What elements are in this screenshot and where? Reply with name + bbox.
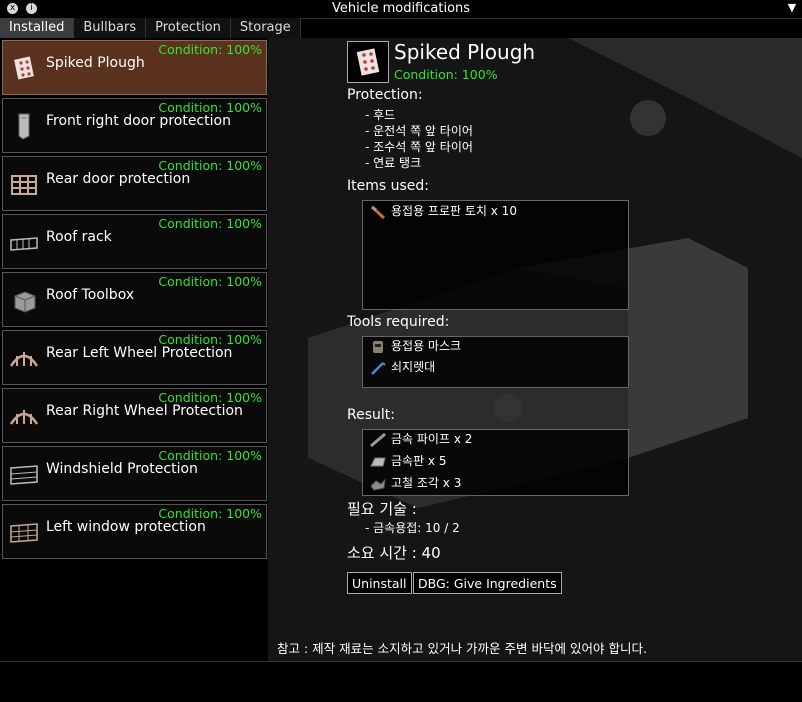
detail-panel: Spiked Plough Condition: 100% Protection…: [268, 38, 802, 661]
mod-item-label: Rear door protection: [46, 171, 191, 187]
metal-sheet-icon: [370, 457, 386, 466]
selected-mod-icon: [347, 41, 389, 83]
metal-pipe-icon: [370, 432, 386, 447]
title-bar: x i Vehicle modifications ▼: [0, 0, 802, 19]
mod-item-label: Roof rack: [46, 229, 112, 245]
list-item: 금속판 x 5: [369, 452, 447, 470]
condition-label: Condition: 100%: [158, 274, 262, 289]
protection-item: - 후드: [365, 108, 396, 122]
items-used-heading: Items used:: [347, 178, 429, 194]
tool-label: 쇠지렛대: [391, 360, 436, 374]
tool-label: 용접용 마스크: [391, 339, 462, 353]
crafting-note: 참고 : 제작 재료는 소지하고 있거나 가까운 주변 바닥에 있어야 합니다.: [277, 641, 647, 656]
mod-item-label: Rear Right Wheel Protection: [46, 403, 243, 419]
mod-item-rear-door[interactable]: Condition: 100% Rear door protection: [2, 156, 267, 211]
result-heading: Result:: [347, 407, 395, 423]
mod-item-label: Front right door protection: [46, 113, 231, 129]
mod-item-windshield[interactable]: Condition: 100% Windshield Protection: [2, 446, 267, 501]
detail-title: Spiked Plough: [394, 40, 536, 64]
door-protection-icon: [18, 113, 30, 140]
spiked-plough-icon: [14, 56, 34, 80]
result-list: 금속 파이프 x 2 금속판 x 5 고철 조각 x 3: [362, 429, 629, 496]
condition-label: Condition: 100%: [158, 42, 262, 57]
protection-item: - 연료 탱크: [365, 156, 422, 170]
window-protection-icon: [10, 523, 38, 543]
mod-item-rear-left-wheel[interactable]: Condition: 100% Rear Left Wheel Protecti…: [2, 330, 267, 385]
dbg-give-ingredients-button[interactable]: DBG: Give Ingredients: [413, 572, 562, 594]
mod-item-rear-right-wheel[interactable]: Condition: 100% Rear Right Wheel Protect…: [2, 388, 267, 443]
skills-heading: 필요 기술 :: [347, 500, 417, 518]
time-label: 소요 시간 : 40: [347, 544, 441, 562]
rear-door-icon: [11, 175, 37, 195]
protection-item: - 운전석 쪽 앞 타이어: [365, 124, 473, 138]
mod-item-front-right-door[interactable]: Condition: 100% Front right door protect…: [2, 98, 267, 153]
bottom-bar: [0, 661, 802, 702]
skill-item: - 금속용접: 10 / 2: [365, 521, 460, 535]
tab-bullbars[interactable]: Bullbars: [74, 18, 147, 38]
list-item: 용접용 프로판 토치 x 10: [369, 202, 517, 220]
crowbar-icon: [371, 361, 386, 375]
wheel-protection-icon: [9, 352, 39, 367]
mod-item-roof-rack[interactable]: Condition: 100% Roof rack: [2, 214, 267, 269]
roof-rack-icon: [10, 237, 38, 251]
tools-required-heading: Tools required:: [347, 314, 450, 330]
mod-item-label: Left window protection: [46, 519, 206, 535]
mod-item-label: Roof Toolbox: [46, 287, 135, 303]
welding-mask-icon: [373, 340, 383, 353]
toolbox-icon: [14, 291, 36, 313]
tab-installed[interactable]: Installed: [0, 18, 75, 38]
window-title: Vehicle modifications: [331, 1, 471, 16]
mod-item-spiked-plough[interactable]: Condition: 100% Spiked Plough: [2, 40, 267, 95]
collapse-icon[interactable]: ▼: [786, 2, 798, 14]
uninstall-button[interactable]: Uninstall: [347, 572, 412, 594]
mod-item-label: Windshield Protection: [46, 461, 198, 477]
close-icon[interactable]: x: [7, 3, 18, 14]
list-item: 용접용 마스크: [369, 337, 461, 355]
condition-label: Condition: 100%: [158, 216, 262, 231]
list-item: 고철 조각 x 3: [369, 474, 461, 492]
propane-torch-icon: [370, 205, 386, 219]
item-label: 용접용 프로판 토치 x 10: [391, 204, 517, 218]
items-used-list: 용접용 프로판 토치 x 10: [362, 200, 629, 310]
mod-item-roof-toolbox[interactable]: Condition: 100% Roof Toolbox: [2, 272, 267, 327]
list-item: 금속 파이프 x 2: [369, 430, 472, 448]
result-label: 금속 파이프 x 2: [391, 432, 473, 446]
windshield-icon: [10, 465, 38, 485]
tab-protection[interactable]: Protection: [146, 18, 231, 38]
result-label: 고철 조각 x 3: [391, 476, 462, 490]
spiked-plough-icon: [356, 48, 380, 76]
result-label: 금속판 x 5: [391, 454, 447, 468]
protection-heading: Protection:: [347, 87, 423, 103]
mod-item-label: Rear Left Wheel Protection: [46, 345, 233, 361]
tab-storage[interactable]: Storage: [230, 18, 301, 38]
mod-item-label: Spiked Plough: [46, 55, 145, 71]
mod-item-left-window[interactable]: Condition: 100% Left window protection: [2, 504, 267, 559]
wheel-protection-icon: [9, 410, 39, 425]
list-item: 쇠지렛대: [369, 358, 435, 376]
tab-bar: Installed Bullbars Protection Storage: [0, 18, 301, 38]
protection-item: - 조수석 쪽 앞 타이어: [365, 140, 473, 154]
mod-list: Condition: 100% Spiked Plough Condition:…: [0, 38, 269, 661]
scrap-metal-icon: [370, 478, 386, 491]
tools-list: 용접용 마스크 쇠지렛대: [362, 336, 629, 388]
detail-condition: Condition: 100%: [394, 67, 498, 82]
info-icon[interactable]: i: [26, 3, 37, 14]
